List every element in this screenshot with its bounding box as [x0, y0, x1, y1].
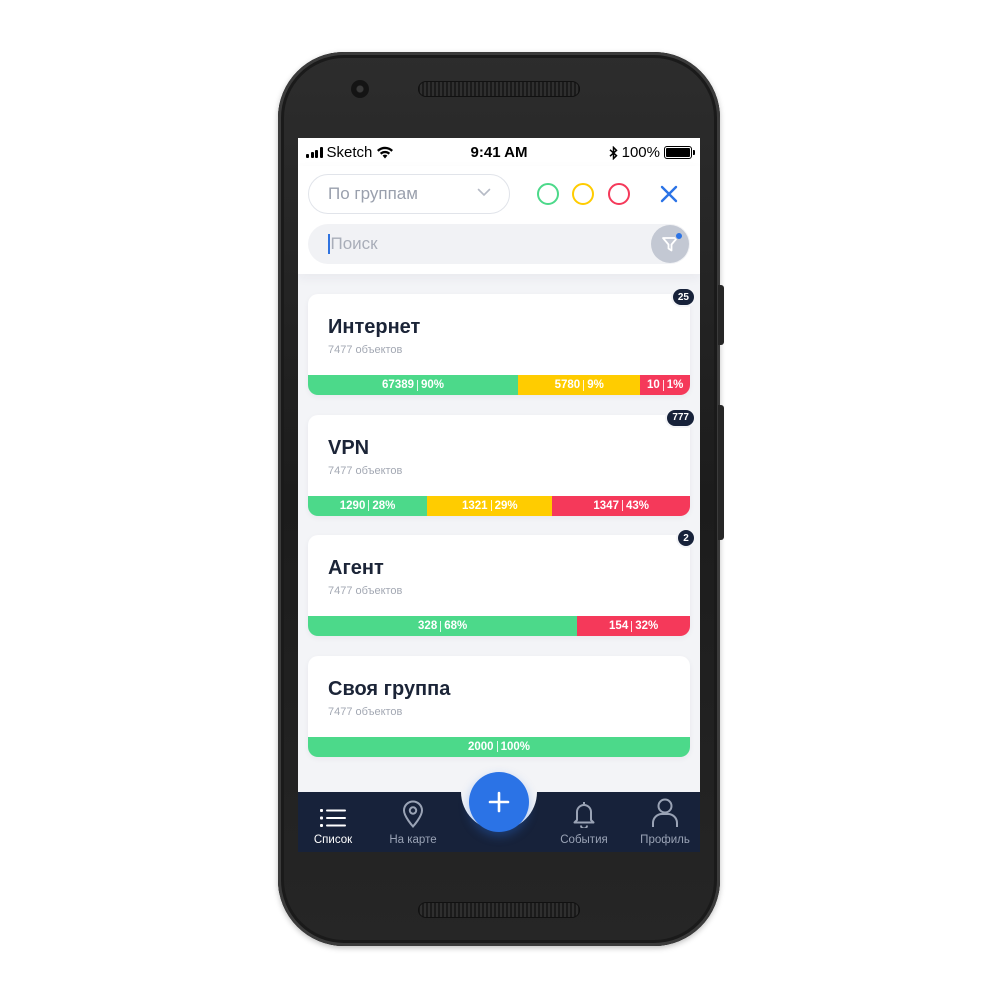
segment-divider	[496, 741, 498, 752]
segment-count: 1347	[593, 499, 619, 512]
app-header: По группам	[298, 166, 700, 274]
plus-icon	[488, 791, 510, 813]
segment-count: 5780	[554, 379, 581, 391]
segment-divider	[490, 500, 492, 511]
filter-button[interactable]	[651, 225, 689, 263]
segment-percent: 9%	[587, 379, 604, 391]
nav-item-events[interactable]: События	[544, 792, 624, 852]
notification-badge: 25	[672, 289, 694, 305]
status-segment-green: 328 68%	[308, 616, 578, 636]
status-segment-green: 2000 100%	[308, 736, 690, 757]
group-card[interactable]: VPN 7477 объектов 1290 28% 1321 29% 1347 43% 777	[308, 409, 694, 516]
segment-percent: 29%	[494, 499, 518, 512]
nav-label-profile: Профиль	[640, 834, 690, 846]
segment-divider	[621, 500, 623, 511]
map-pin-icon	[402, 800, 424, 828]
status-bar: Sketch 9:41 AM 100%	[298, 138, 700, 166]
group-object-count: 7477 объектов	[328, 705, 403, 718]
phone-volume-button	[718, 285, 724, 345]
nav-label-list: Список	[313, 834, 353, 846]
group-title: Своя группа	[328, 677, 451, 700]
segment-percent: 1%	[666, 379, 684, 391]
bluetooth-icon	[609, 145, 618, 160]
group-select[interactable]: По группам	[308, 174, 510, 214]
segment-divider	[583, 379, 585, 391]
list-icon	[320, 809, 346, 827]
segment-percent: 100%	[500, 740, 530, 753]
chevron-down-icon	[477, 188, 491, 197]
group-object-count: 7477 объектов	[328, 464, 403, 477]
segment-count: 154	[609, 620, 629, 632]
nav-item-map[interactable]: На карте	[373, 792, 453, 852]
nav-label-events: События	[560, 834, 608, 846]
status-segment-green: 67389 90%	[308, 375, 519, 395]
notification-badge: 2	[678, 530, 694, 546]
bottom-speaker	[418, 902, 580, 918]
add-button[interactable]	[469, 772, 529, 832]
phone-power-button	[718, 405, 724, 540]
status-segment-yellow: 5780 9%	[518, 375, 641, 395]
search-input[interactable]	[330, 234, 631, 254]
status-distribution-bar: 67389 90% 5780 9% 10 1%	[308, 375, 690, 395]
group-title: VPN	[328, 436, 370, 459]
segment-percent: 68%	[444, 620, 468, 632]
nav-item-profile[interactable]: Профиль	[625, 792, 700, 852]
battery-percent: 100%	[621, 144, 660, 161]
nav-item-list[interactable]: Список	[298, 792, 373, 852]
segment-percent: 90%	[421, 379, 445, 391]
status-segment-red: 10 1%	[640, 375, 690, 395]
yellow-status-filter[interactable]	[572, 183, 594, 205]
status-distribution-bar: 328 68% 154 32%	[308, 616, 690, 636]
status-segment-green: 1290 28%	[308, 495, 428, 516]
search-bar	[308, 224, 690, 264]
status-right: 100%	[609, 144, 695, 161]
status-distribution-bar: 2000 100%	[308, 736, 690, 757]
segment-divider	[368, 500, 370, 511]
text-cursor	[328, 234, 330, 254]
segment-divider	[440, 620, 442, 632]
bell-icon	[573, 802, 595, 828]
nav-label-map: На карте	[389, 834, 437, 846]
app-screen: Sketch 9:41 AM 100% По группам Поиск Инт…	[298, 138, 700, 852]
group-card[interactable]: Своя группа 7477 объектов 2000 100%	[308, 655, 690, 757]
group-select-value: По группам	[328, 184, 418, 203]
group-card[interactable]: Агент 7477 объектов 328 68% 154 32% 2	[308, 530, 694, 636]
status-distribution-bar: 1290 28% 1321 29% 1347 43%	[308, 495, 690, 516]
segment-count: 2000	[467, 740, 494, 753]
green-status-filter[interactable]	[537, 183, 559, 205]
group-title: Агент	[328, 557, 384, 579]
group-object-count: 7477 объектов	[328, 344, 403, 356]
segment-divider	[662, 379, 664, 391]
segment-count: 10	[646, 379, 660, 391]
segment-percent: 43%	[625, 499, 650, 512]
group-object-count: 7477 объектов	[328, 585, 403, 597]
user-icon	[652, 798, 678, 827]
status-segment-red: 1347 43%	[552, 495, 690, 516]
segment-count: 1321	[462, 499, 488, 512]
status-segment-red: 154 32%	[577, 616, 690, 636]
segment-count: 67389	[382, 379, 415, 391]
red-status-filter[interactable]	[608, 183, 630, 205]
segment-count: 328	[418, 620, 438, 632]
segment-divider	[417, 379, 419, 391]
segment-percent: 28%	[372, 499, 396, 512]
segment-percent: 32%	[635, 620, 659, 632]
notification-badge: 777	[667, 409, 694, 426]
segment-count: 1290	[339, 499, 366, 512]
filter-active-dot	[675, 232, 683, 240]
battery-icon	[664, 146, 695, 159]
close-icon[interactable]	[658, 183, 680, 205]
group-card[interactable]: Интернет 7477 объектов 67389 90% 5780 9% 10 1% 2…	[308, 289, 694, 395]
group-title: Интернет	[328, 316, 421, 338]
segment-divider	[631, 620, 633, 632]
status-segment-yellow: 1321 29%	[427, 495, 553, 516]
front-camera	[351, 80, 369, 98]
earpiece-speaker	[418, 81, 580, 97]
